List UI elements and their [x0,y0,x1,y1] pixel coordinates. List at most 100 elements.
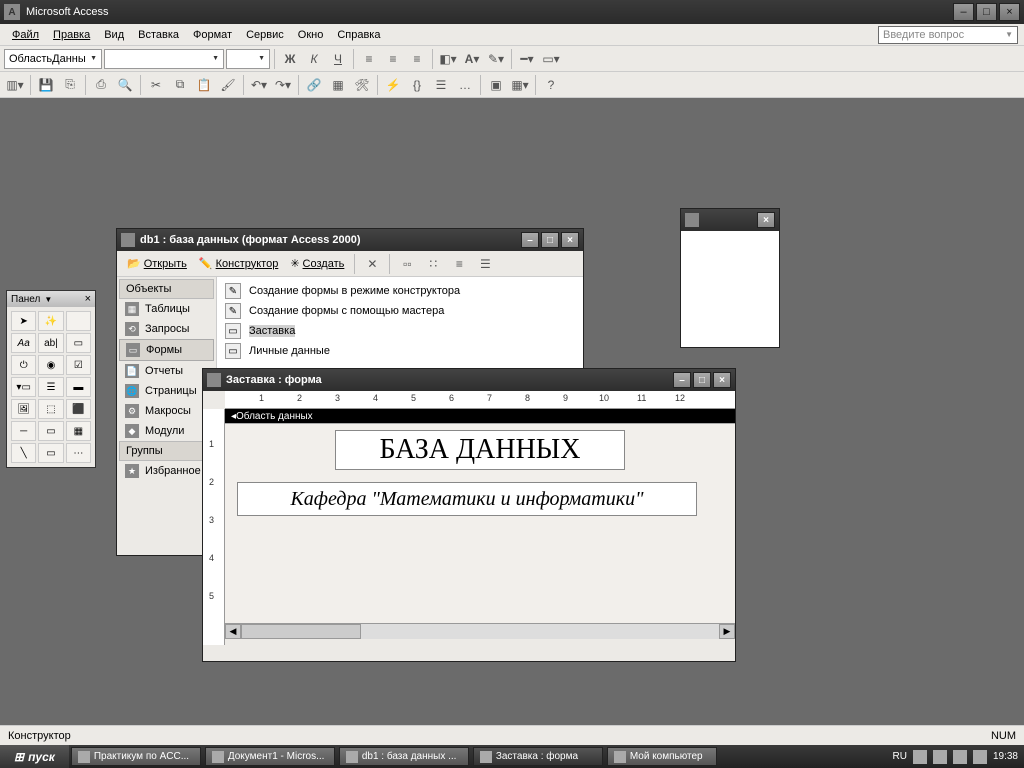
ask-question-box[interactable]: Введите вопрос ▼ [878,26,1018,44]
font-color-button[interactable]: A▾ [461,48,483,70]
nav-queries[interactable]: ⟲Запросы [119,319,214,339]
copy-button[interactable]: ⧉ [169,74,191,96]
horizontal-scrollbar[interactable]: ◀ ▶ [225,623,735,639]
rect-tool[interactable]: ▭ [38,443,63,463]
details-view-button[interactable]: ☰ [474,253,496,275]
paste-button[interactable]: 📋 [193,74,215,96]
maximize-icon[interactable]: □ [693,372,711,388]
italic-button[interactable]: К [303,48,325,70]
close-icon[interactable]: × [757,212,775,228]
close-button[interactable]: × [999,3,1020,21]
close-icon[interactable]: × [561,232,579,248]
checkbox-tool[interactable]: ☑ [66,355,91,375]
taskbar-item[interactable]: Мой компьютер [607,747,717,766]
scroll-left-icon[interactable]: ◀ [225,624,241,639]
preview-button[interactable]: 🔍 [114,74,136,96]
close-icon[interactable]: × [713,372,731,388]
tray-icon[interactable] [953,750,967,764]
subform-tool[interactable]: ▦ [66,421,91,441]
nav-tables[interactable]: ▦Таблицы [119,299,214,319]
large-icons-button[interactable]: ▫▫ [396,253,418,275]
detail-section-header[interactable]: ◂ Область данных [225,409,735,423]
menu-window[interactable]: Окно [292,27,330,43]
build-button[interactable]: … [454,74,476,96]
label-subtitle[interactable]: Кафедра "Математики и информатики" [237,482,697,516]
tray-icon[interactable] [913,750,927,764]
nav-modules[interactable]: ◆Модули [119,421,214,441]
scroll-thumb[interactable] [241,624,361,639]
chevron-down-icon[interactable]: ▼ [44,295,52,304]
field-list-button[interactable]: ▦ [327,74,349,96]
help-button[interactable]: ? [540,74,562,96]
group-tool[interactable]: ▭ [66,333,91,353]
textbox-tool[interactable]: ab| [38,333,63,353]
print-button[interactable]: ⎙ [90,74,112,96]
taskbar-item[interactable]: Заставка : форма [473,747,603,766]
new-object-button[interactable]: ▦▾ [509,74,531,96]
menu-insert[interactable]: Вставка [132,27,185,43]
image-tool[interactable]: 🖼 [11,399,36,419]
taskbar-item[interactable]: db1 : база данных ... [339,747,469,766]
line-tool[interactable]: ╲ [11,443,36,463]
clock[interactable]: 19:38 [993,751,1018,762]
form-titlebar[interactable]: Заставка : форма – □ × [203,369,735,391]
db-window-button[interactable]: ▣ [485,74,507,96]
label-tool[interactable]: Aa [11,333,36,353]
nav-pages[interactable]: 🌐Страницы [119,381,214,401]
vertical-ruler[interactable]: 123 45 [203,409,225,645]
list-tool[interactable]: ☰ [38,377,63,397]
nav-forms[interactable]: ▭Формы [119,339,214,361]
label-title[interactable]: БАЗА ДАННЫХ [335,430,625,470]
scroll-right-icon[interactable]: ▶ [719,624,735,639]
font-selector[interactable]: ▼ [104,49,224,69]
menu-view[interactable]: Вид [98,27,130,43]
database-titlebar[interactable]: db1 : база данных (формат Access 2000) –… [117,229,583,251]
toggle-tool[interactable]: ⏻ [11,355,36,375]
underline-button[interactable]: Ч [327,48,349,70]
start-button[interactable]: ⊞пуск [0,745,69,768]
more-tool[interactable]: ⋯ [66,443,91,463]
floating-panel-titlebar[interactable]: × [681,209,779,231]
list-item[interactable]: ✎Создание формы в режиме конструктора [221,281,579,301]
bound-tool[interactable]: ⬛ [66,399,91,419]
lang-indicator[interactable]: RU [893,751,907,762]
special-effect-button[interactable]: ▭▾ [540,48,562,70]
system-tray[interactable]: RU 19:38 [887,750,1024,764]
list-item[interactable]: ▭Личные данные [221,341,579,361]
wizard-tool[interactable]: ✨ [38,311,63,331]
taskbar-item[interactable]: Документ1 - Micros... [205,747,335,766]
combo-tool[interactable]: ▾▭ [11,377,36,397]
list-view-button[interactable]: ≡ [448,253,470,275]
align-left-button[interactable]: ≡ [358,48,380,70]
minimize-button[interactable]: – [953,3,974,21]
pagebreak-tool[interactable]: ─ [11,421,36,441]
floating-panel[interactable]: × [680,208,780,348]
tray-icon[interactable] [933,750,947,764]
list-item[interactable]: ✎Создание формы с помощью мастера [221,301,579,321]
pointer-tool[interactable]: ➤ [11,311,36,331]
object-selector[interactable]: ОбластьДанны▼ [4,49,102,69]
menu-tools[interactable]: Сервис [240,27,290,43]
format-painter-button[interactable]: 🖌 [217,74,239,96]
autoformat-button[interactable]: ⚡ [382,74,404,96]
small-icons-button[interactable]: ∷ [422,253,444,275]
toolbox-button[interactable]: 🛠 [351,74,373,96]
menu-format[interactable]: Формат [187,27,238,43]
menu-file[interactable]: Файл [6,27,45,43]
redo-button[interactable]: ↷▾ [272,74,294,96]
design-button[interactable]: ✏️Конструктор [195,255,282,272]
line-width-button[interactable]: ━▾ [516,48,538,70]
horizontal-ruler[interactable]: 123 456 789 101112 [225,391,735,409]
tab-tool[interactable]: ▭ [38,421,63,441]
tray-icon[interactable] [973,750,987,764]
view-button[interactable]: ▥▾ [4,74,26,96]
minimize-icon[interactable]: – [673,372,691,388]
save-button[interactable]: 💾 [35,74,57,96]
line-color-button[interactable]: ✎▾ [485,48,507,70]
toolbox-header[interactable]: Панел ▼ × [7,291,95,307]
saveas-button[interactable]: ⎘ [59,74,81,96]
menu-edit[interactable]: Правка [47,27,96,43]
bold-button[interactable]: Ж [279,48,301,70]
align-center-button[interactable]: ≡ [382,48,404,70]
menu-help[interactable]: Справка [331,27,386,43]
